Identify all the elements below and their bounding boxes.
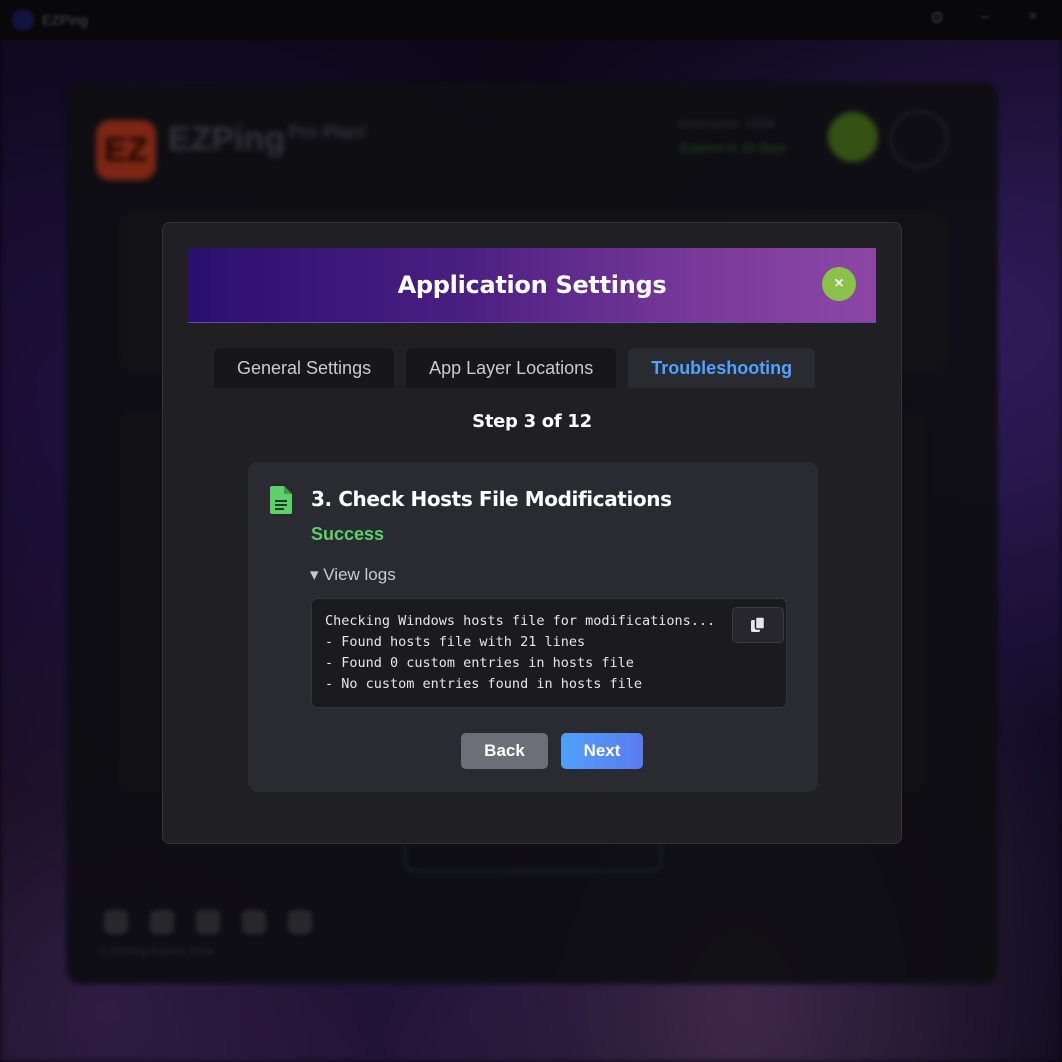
step-indicator: Step 3 of 12 bbox=[472, 411, 592, 432]
copy-icon bbox=[751, 617, 765, 632]
next-button[interactable]: Next bbox=[561, 733, 643, 769]
settings-modal: Application Settings × General Settings … bbox=[162, 222, 902, 844]
log-line: - No custom entries found in hosts file bbox=[325, 676, 642, 692]
status-badge: Success bbox=[311, 524, 385, 544]
tab-troubleshooting[interactable]: Troubleshooting bbox=[628, 348, 816, 388]
close-icon: × bbox=[834, 275, 844, 292]
check-card: 3. Check Hosts File Modifications Succes… bbox=[248, 462, 818, 792]
settings-tabs: General Settings App Layer Locations Tro… bbox=[214, 348, 816, 388]
tab-app-layer-locations[interactable]: App Layer Locations bbox=[406, 348, 617, 388]
close-button[interactable]: × bbox=[822, 267, 856, 301]
copy-logs-button[interactable] bbox=[732, 607, 784, 643]
back-button[interactable]: Back bbox=[461, 733, 548, 769]
view-logs-toggle[interactable]: ▾ View logs bbox=[310, 565, 396, 585]
modal-title: Application Settings bbox=[397, 271, 667, 299]
log-line: Checking Windows hosts file for modifica… bbox=[325, 613, 716, 629]
check-title: 3. Check Hosts File Modifications bbox=[311, 487, 672, 511]
logs-output[interactable]: Checking Windows hosts file for modifica… bbox=[311, 598, 787, 708]
document-icon bbox=[270, 486, 292, 514]
tab-general-settings[interactable]: General Settings bbox=[214, 348, 395, 388]
log-line: - Found hosts file with 21 lines bbox=[325, 634, 586, 650]
modal-header: Application Settings × bbox=[188, 248, 876, 323]
log-line: - Found 0 custom entries in hosts file bbox=[325, 655, 634, 671]
